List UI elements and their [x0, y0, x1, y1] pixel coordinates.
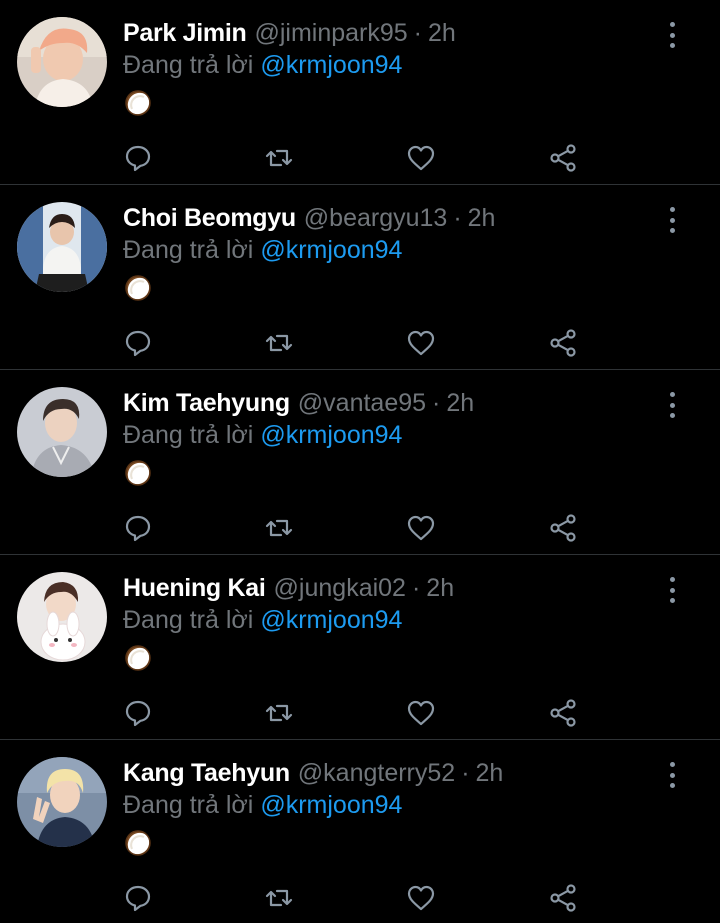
separator: · — [461, 759, 470, 787]
mention-link[interactable]: @krmjoon94 — [260, 421, 402, 449]
like-icon[interactable] — [403, 510, 439, 546]
like-icon[interactable] — [403, 140, 439, 176]
tweet[interactable]: Kang Taehyun @kangterry52 · 2h Đang trả … — [0, 740, 720, 923]
mention-link[interactable]: @krmjoon94 — [260, 236, 402, 264]
tweet[interactable]: Kim Taehyung @vantae95 · 2h Đang trả lời… — [0, 370, 720, 555]
action-bar — [0, 880, 720, 920]
avatar[interactable] — [17, 17, 107, 107]
username[interactable]: @vantae95 — [298, 386, 426, 420]
username[interactable]: @jiminpark95 — [254, 16, 407, 50]
reply-context: Đang trả lời @krmjoon94 — [123, 233, 402, 267]
reply-context: Đang trả lời @krmjoon94 — [123, 603, 402, 637]
reply-context: Đang trả lời @krmjoon94 — [123, 788, 402, 822]
share-icon[interactable] — [545, 510, 581, 546]
display-name[interactable]: Choi Beomgyu — [123, 201, 296, 235]
display-name[interactable]: Kim Taehyung — [123, 386, 290, 420]
reply-icon[interactable] — [120, 880, 156, 916]
retweet-icon[interactable] — [261, 510, 297, 546]
reply-context: Đang trả lời @krmjoon94 — [123, 48, 402, 82]
display-name[interactable]: Huening Kai — [123, 571, 266, 605]
action-bar — [0, 510, 720, 550]
share-icon[interactable] — [545, 880, 581, 916]
reply-prefix: Đang trả lời — [123, 606, 254, 634]
avatar[interactable] — [17, 387, 107, 477]
coconut-emoji-icon — [123, 643, 155, 675]
tweet-header: Choi Beomgyu @beargyu13 · 2h — [123, 201, 495, 235]
reply-context: Đang trả lời @krmjoon94 — [123, 418, 402, 452]
reply-icon[interactable] — [120, 695, 156, 731]
retweet-icon[interactable] — [261, 880, 297, 916]
timestamp[interactable]: 2h — [476, 756, 504, 790]
tweet[interactable]: Choi Beomgyu @beargyu13 · 2h Đang trả lờ… — [0, 185, 720, 370]
more-options-icon[interactable] — [662, 760, 682, 790]
tweet-header: Kang Taehyun @kangterry52 · 2h — [123, 756, 503, 790]
share-icon[interactable] — [545, 695, 581, 731]
tweet-feed: Park Jimin @jiminpark95 · 2h Đang trả lờ… — [0, 0, 720, 923]
display-name[interactable]: Park Jimin — [123, 16, 247, 50]
avatar[interactable] — [17, 202, 107, 292]
tweet[interactable]: Park Jimin @jiminpark95 · 2h Đang trả lờ… — [0, 0, 720, 185]
retweet-icon[interactable] — [261, 140, 297, 176]
reply-icon[interactable] — [120, 140, 156, 176]
coconut-emoji-icon — [123, 273, 155, 305]
tweet-header: Park Jimin @jiminpark95 · 2h — [123, 16, 456, 50]
display-name[interactable]: Kang Taehyun — [123, 756, 290, 790]
more-options-icon[interactable] — [662, 205, 682, 235]
mention-link[interactable]: @krmjoon94 — [260, 606, 402, 634]
more-options-icon[interactable] — [662, 20, 682, 50]
reply-prefix: Đang trả lời — [123, 421, 254, 449]
coconut-emoji-icon — [123, 88, 155, 120]
avatar[interactable] — [17, 757, 107, 847]
reply-icon[interactable] — [120, 510, 156, 546]
share-icon[interactable] — [545, 140, 581, 176]
like-icon[interactable] — [403, 695, 439, 731]
tweet-header: Kim Taehyung @vantae95 · 2h — [123, 386, 474, 420]
retweet-icon[interactable] — [261, 695, 297, 731]
action-bar — [0, 325, 720, 365]
retweet-icon[interactable] — [261, 325, 297, 361]
action-bar — [0, 140, 720, 180]
mention-link[interactable]: @krmjoon94 — [260, 791, 402, 819]
share-icon[interactable] — [545, 325, 581, 361]
reply-icon[interactable] — [120, 325, 156, 361]
timestamp[interactable]: 2h — [468, 201, 496, 235]
reply-prefix: Đang trả lời — [123, 236, 254, 264]
separator: · — [413, 19, 422, 47]
separator: · — [432, 389, 441, 417]
action-bar — [0, 695, 720, 735]
separator: · — [411, 574, 421, 602]
more-options-icon[interactable] — [662, 575, 682, 605]
timestamp[interactable]: 2h — [426, 571, 454, 605]
tweet-header: Huening Kai @jungkai02 · 2h — [123, 571, 454, 605]
reply-prefix: Đang trả lời — [123, 51, 254, 79]
avatar[interactable] — [17, 572, 107, 662]
username[interactable]: @jungkai02 — [274, 571, 406, 605]
coconut-emoji-icon — [123, 828, 155, 860]
separator: · — [453, 204, 462, 232]
like-icon[interactable] — [403, 325, 439, 361]
more-options-icon[interactable] — [662, 390, 682, 420]
timestamp[interactable]: 2h — [446, 386, 474, 420]
like-icon[interactable] — [403, 880, 439, 916]
timestamp[interactable]: 2h — [428, 16, 456, 50]
username[interactable]: @beargyu13 — [304, 201, 448, 235]
mention-link[interactable]: @krmjoon94 — [260, 51, 402, 79]
reply-prefix: Đang trả lời — [123, 791, 254, 819]
coconut-emoji-icon — [123, 458, 155, 490]
tweet[interactable]: Huening Kai @jungkai02 · 2h Đang trả lời… — [0, 555, 720, 740]
username[interactable]: @kangterry52 — [298, 756, 455, 790]
